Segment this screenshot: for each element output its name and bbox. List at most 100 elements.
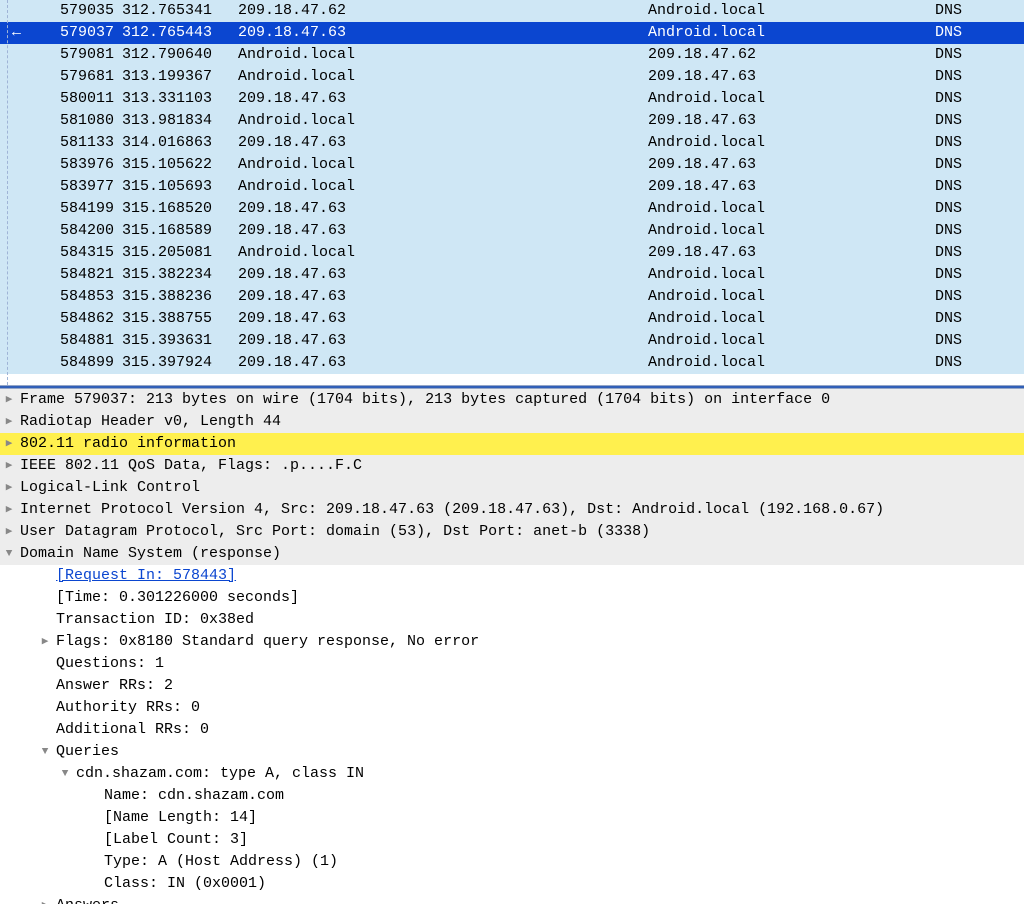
- col-protocol: DNS: [908, 66, 968, 88]
- packet-row[interactable]: 584881315.393631209.18.47.63Android.loca…: [0, 330, 1024, 352]
- col-no: 584853: [34, 286, 122, 308]
- col-source: Android.local: [230, 176, 648, 198]
- col-destination: Android.local: [648, 264, 908, 286]
- detail-llc[interactable]: Logical-Link Control: [0, 477, 1024, 499]
- packet-row[interactable]: ←579037312.765443209.18.47.63Android.loc…: [0, 22, 1024, 44]
- reply-arrow-icon: [12, 66, 34, 88]
- detail-ieee80211[interactable]: IEEE 802.11 QoS Data, Flags: .p....F.C: [0, 455, 1024, 477]
- reply-arrow-icon: [12, 198, 34, 220]
- col-time: 315.397924: [122, 352, 230, 374]
- col-source: Android.local: [230, 66, 648, 88]
- detail-radiotap[interactable]: Radiotap Header v0, Length 44: [0, 411, 1024, 433]
- expand-icon[interactable]: [0, 499, 18, 521]
- detail-text: cdn.shazam.com: type A, class IN: [74, 763, 364, 785]
- dns-time: [Time: 0.301226000 seconds]: [0, 587, 1024, 609]
- expand-icon[interactable]: [0, 455, 18, 477]
- col-time: 315.168520: [122, 198, 230, 220]
- col-protocol: DNS: [908, 176, 968, 198]
- expand-icon[interactable]: [36, 895, 54, 904]
- detail-ip[interactable]: Internet Protocol Version 4, Src: 209.18…: [0, 499, 1024, 521]
- dns-queries[interactable]: Queries: [0, 741, 1024, 763]
- reply-arrow-icon: [12, 286, 34, 308]
- dns-flags[interactable]: Flags: 0x8180 Standard query response, N…: [0, 631, 1024, 653]
- packet-row[interactable]: 579081312.790640Android.local209.18.47.6…: [0, 44, 1024, 66]
- packet-row[interactable]: 580011313.331103209.18.47.63Android.loca…: [0, 88, 1024, 110]
- col-source: Android.local: [230, 242, 648, 264]
- collapse-icon[interactable]: [0, 543, 18, 565]
- col-time: 315.168589: [122, 220, 230, 242]
- expand-icon[interactable]: [0, 411, 18, 433]
- reply-arrow-icon: [12, 220, 34, 242]
- detail-text: Domain Name System (response): [18, 543, 281, 565]
- col-destination: Android.local: [648, 220, 908, 242]
- col-protocol: DNS: [908, 330, 968, 352]
- col-source: Android.local: [230, 154, 648, 176]
- collapse-icon[interactable]: [36, 741, 54, 763]
- packet-row[interactable]: 584899315.397924209.18.47.63Android.loca…: [0, 352, 1024, 374]
- detail-text: [Name Length: 14]: [104, 807, 257, 829]
- detail-text: Flags: 0x8180 Standard query response, N…: [54, 631, 479, 653]
- packet-row[interactable]: 583977315.105693Android.local209.18.47.6…: [0, 176, 1024, 198]
- col-no: 581133: [34, 132, 122, 154]
- col-time: 315.388236: [122, 286, 230, 308]
- expand-icon[interactable]: [0, 433, 18, 455]
- col-source: Android.local: [230, 110, 648, 132]
- detail-text: Internet Protocol Version 4, Src: 209.18…: [18, 499, 884, 521]
- detail-text: Name: cdn.shazam.com: [104, 785, 284, 807]
- dns-answers[interactable]: Answers: [0, 895, 1024, 904]
- packet-row[interactable]: 584315315.205081Android.local209.18.47.6…: [0, 242, 1024, 264]
- collapse-icon[interactable]: [56, 763, 74, 785]
- col-source: 209.18.47.63: [230, 286, 648, 308]
- reply-arrow-icon: ←: [12, 22, 34, 44]
- detail-dns[interactable]: Domain Name System (response): [0, 543, 1024, 565]
- packet-row[interactable]: 579681313.199367Android.local209.18.47.6…: [0, 66, 1024, 88]
- packet-row[interactable]: 584821315.382234209.18.47.63Android.loca…: [0, 264, 1024, 286]
- dns-query-class: Class: IN (0x0001): [0, 873, 1024, 895]
- detail-radio-info[interactable]: 802.11 radio information: [0, 433, 1024, 455]
- expand-icon[interactable]: [36, 631, 54, 653]
- col-source: 209.18.47.63: [230, 264, 648, 286]
- expand-icon[interactable]: [0, 389, 18, 411]
- detail-text: Radiotap Header v0, Length 44: [18, 411, 281, 433]
- col-protocol: DNS: [908, 154, 968, 176]
- dns-request-in[interactable]: [Request In: 578443]: [0, 565, 1024, 587]
- col-source: 209.18.47.63: [230, 308, 648, 330]
- col-source: 209.18.47.63: [230, 132, 648, 154]
- col-destination: Android.local: [648, 308, 908, 330]
- col-destination: Android.local: [648, 286, 908, 308]
- col-protocol: DNS: [908, 308, 968, 330]
- col-destination: 209.18.47.63: [648, 176, 908, 198]
- packet-list[interactable]: 579035312.765341209.18.47.62Android.loca…: [0, 0, 1024, 385]
- packet-row[interactable]: 584862315.388755209.18.47.63Android.loca…: [0, 308, 1024, 330]
- detail-udp[interactable]: User Datagram Protocol, Src Port: domain…: [0, 521, 1024, 543]
- detail-frame[interactable]: Frame 579037: 213 bytes on wire (1704 bi…: [0, 389, 1024, 411]
- packet-row[interactable]: 584200315.168589209.18.47.63Android.loca…: [0, 220, 1024, 242]
- expand-icon[interactable]: [0, 521, 18, 543]
- col-no: 584200: [34, 220, 122, 242]
- reply-arrow-icon: [12, 132, 34, 154]
- packet-row[interactable]: 584199315.168520209.18.47.63Android.loca…: [0, 198, 1024, 220]
- col-destination: Android.local: [648, 198, 908, 220]
- col-time: 313.199367: [122, 66, 230, 88]
- reply-arrow-icon: [12, 264, 34, 286]
- detail-text: Logical-Link Control: [18, 477, 200, 499]
- packet-row[interactable]: 581080313.981834Android.local209.18.47.6…: [0, 110, 1024, 132]
- col-protocol: DNS: [908, 132, 968, 154]
- dns-query-item[interactable]: cdn.shazam.com: type A, class IN: [0, 763, 1024, 785]
- packet-row[interactable]: 579035312.765341209.18.47.62Android.loca…: [0, 0, 1024, 22]
- col-protocol: DNS: [908, 44, 968, 66]
- detail-text: Questions: 1: [56, 653, 164, 675]
- col-destination: Android.local: [648, 330, 908, 352]
- packet-row[interactable]: 583976315.105622Android.local209.18.47.6…: [0, 154, 1024, 176]
- col-protocol: DNS: [908, 198, 968, 220]
- col-source: 209.18.47.63: [230, 330, 648, 352]
- request-link[interactable]: [Request In: 578443]: [56, 565, 236, 587]
- packet-details[interactable]: Frame 579037: 213 bytes on wire (1704 bi…: [0, 389, 1024, 904]
- detail-text: Answers: [54, 895, 119, 904]
- col-no: 579081: [34, 44, 122, 66]
- packet-row[interactable]: 581133314.016863209.18.47.63Android.loca…: [0, 132, 1024, 154]
- detail-text: Transaction ID: 0x38ed: [56, 609, 254, 631]
- col-source: 209.18.47.63: [230, 198, 648, 220]
- packet-row[interactable]: 584853315.388236209.18.47.63Android.loca…: [0, 286, 1024, 308]
- expand-icon[interactable]: [0, 477, 18, 499]
